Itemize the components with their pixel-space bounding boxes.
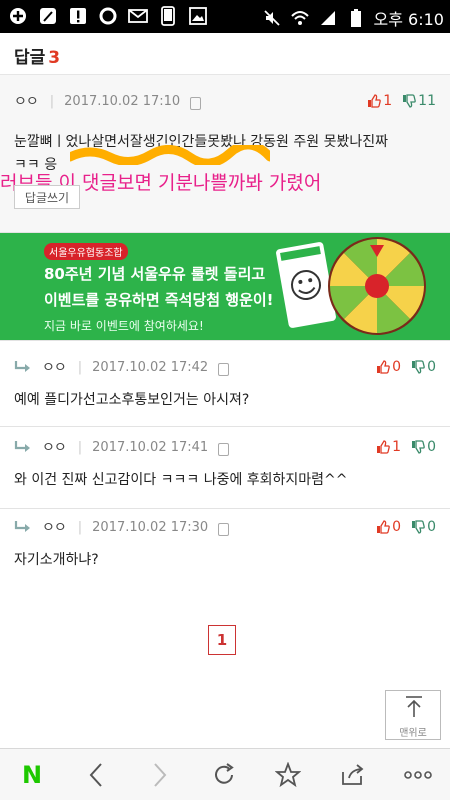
alert-icon xyxy=(68,6,88,26)
downvote-count: 0 xyxy=(427,359,436,375)
downvote-button[interactable]: 0 xyxy=(411,519,436,535)
plus-icon xyxy=(8,6,28,26)
banner-line3: 지금 바로 이벤트에 참여하세요! xyxy=(44,319,204,333)
vote-group: 0 0 xyxy=(376,355,436,379)
circle-icon xyxy=(98,6,118,26)
comment-meta: ㅇㅇ | 2017.10.02 17:30 xyxy=(14,515,230,539)
upvote-count: 1 xyxy=(392,439,402,455)
wifi-icon xyxy=(290,8,310,28)
downvote-button[interactable]: 0 xyxy=(411,359,436,375)
separator: | xyxy=(77,359,83,375)
reply-arrow-icon xyxy=(14,361,30,372)
separator: | xyxy=(77,439,83,455)
signal-icon xyxy=(318,8,338,28)
comment-date: 2017.10.02 17:10 xyxy=(64,93,181,109)
downvote-button[interactable]: 0 xyxy=(411,439,436,455)
banner-line2: 이벤트를 공유하면 즉석당첨 행운이! xyxy=(44,291,274,309)
upvote-button[interactable]: 1 xyxy=(367,93,392,109)
back-icon[interactable] xyxy=(80,759,112,791)
thumbs-up-icon xyxy=(377,520,390,534)
comment-meta: ㅇㅇ | 2017.10.02 17:42 xyxy=(14,355,230,379)
vote-group: 1 11 xyxy=(367,89,436,113)
upvote-count: 0 xyxy=(392,359,402,375)
star-icon[interactable] xyxy=(272,759,304,791)
reply-item: ㅇㅇ | 2017.10.02 17:30 0 0 자기소개하냐? xyxy=(0,508,450,592)
thumbs-down-icon xyxy=(412,360,425,374)
comment-date: 2017.10.02 17:41 xyxy=(92,439,209,455)
page-title: 답글 3 xyxy=(14,43,60,68)
title-label: 답글 xyxy=(14,48,46,68)
thumbs-up-icon xyxy=(377,440,390,454)
upvote-count: 1 xyxy=(383,93,393,109)
reply-item: ㅇㅇ | 2017.10.02 17:41 1 0 와 이건 진짜 신고감이다 … xyxy=(0,426,450,508)
upvote-count: 0 xyxy=(392,519,402,535)
thumbs-up-icon xyxy=(368,94,382,108)
feather-icon xyxy=(38,6,58,26)
comment-author: ㅇㅇ xyxy=(14,94,39,110)
replies-header: 답글 3 xyxy=(0,33,450,75)
status-bar: 오후 6:10 xyxy=(0,0,450,33)
phone-icon xyxy=(158,6,178,26)
comment-author: ㅇㅇ xyxy=(42,520,67,536)
naver-logo: N xyxy=(21,761,43,789)
downvote-button[interactable]: 11 xyxy=(402,93,436,109)
mute-icon xyxy=(262,8,282,28)
comment-meta: ㅇㅇ | 2017.10.02 17:10 xyxy=(14,89,202,113)
upvote-button[interactable]: 0 xyxy=(376,359,401,375)
downvote-count: 0 xyxy=(427,439,436,455)
share-icon[interactable] xyxy=(336,759,368,791)
report-icon[interactable] xyxy=(218,522,230,536)
comment-body: 와 이건 진짜 신고감이다 ㅋㅋㅋ 나중에 후회하지마렴^^ xyxy=(14,472,348,488)
banner-line1: 80주년 기념 서울우유 룰렛 돌리고 xyxy=(44,265,266,283)
refresh-icon[interactable] xyxy=(208,759,240,791)
comment-body: 자기소개하냐? xyxy=(14,552,99,568)
reply-button[interactable]: 답글쓰기 xyxy=(14,185,80,209)
separator: | xyxy=(77,519,83,535)
reply-item: ㅇㅇ | 2017.10.02 17:42 0 0 예예 플디가선고소후통보인거… xyxy=(0,340,450,426)
scroll-to-top-label: 맨위로 xyxy=(399,728,427,739)
comment-date: 2017.10.02 17:42 xyxy=(92,359,209,375)
roulette-wheel-image xyxy=(328,237,426,335)
mail-icon xyxy=(128,6,148,26)
arrow-up-icon xyxy=(406,696,422,717)
forward-icon[interactable] xyxy=(144,759,176,791)
thumbs-down-icon xyxy=(403,94,416,108)
original-comment: ㅇㅇ | 2017.10.02 17:10 1 11 눈깔뼈ㅣ었나살면서잘생긴인… xyxy=(0,75,450,233)
clock: 오후 6:10 xyxy=(373,10,444,29)
page-number-current[interactable]: 1 xyxy=(208,625,236,655)
vote-group: 1 0 xyxy=(376,435,436,459)
banner-brand: 서울우유협동조합 xyxy=(44,243,128,260)
thumbs-down-icon xyxy=(412,440,425,454)
comment-meta: ㅇㅇ | 2017.10.02 17:41 xyxy=(14,435,230,459)
more-icon[interactable] xyxy=(402,759,434,791)
reply-count: 3 xyxy=(48,48,61,68)
report-icon[interactable] xyxy=(218,442,230,456)
downvote-count: 0 xyxy=(427,519,436,535)
scroll-to-top-button[interactable]: 맨위로 xyxy=(385,690,441,740)
browser-toolbar: N xyxy=(0,748,450,800)
vote-group: 0 0 xyxy=(376,515,436,539)
comment-author: ㅇㅇ xyxy=(42,440,67,456)
thumbs-down-icon xyxy=(412,520,425,534)
reply-arrow-icon xyxy=(14,441,30,452)
upvote-button[interactable]: 1 xyxy=(376,439,401,455)
comment-date: 2017.10.02 17:30 xyxy=(92,519,209,535)
comment-body: 예예 플디가선고소후통보인거는 아시져? xyxy=(14,392,250,408)
report-icon[interactable] xyxy=(190,96,202,110)
report-icon[interactable] xyxy=(218,362,230,376)
scribble-mark xyxy=(70,145,270,165)
downvote-count: 11 xyxy=(418,93,436,109)
battery-icon xyxy=(346,8,366,28)
comment-author: ㅇㅇ xyxy=(42,360,67,376)
thumbs-up-icon xyxy=(377,360,390,374)
upvote-button[interactable]: 0 xyxy=(376,519,401,535)
ad-banner[interactable]: 서울우유협동조합 80주년 기념 서울우유 룰렛 돌리고 이벤트를 공유하면 즉… xyxy=(0,233,450,340)
separator: | xyxy=(49,93,55,109)
image-icon xyxy=(188,6,208,26)
naver-icon[interactable]: N xyxy=(16,759,48,791)
reply-arrow-icon xyxy=(14,521,30,532)
